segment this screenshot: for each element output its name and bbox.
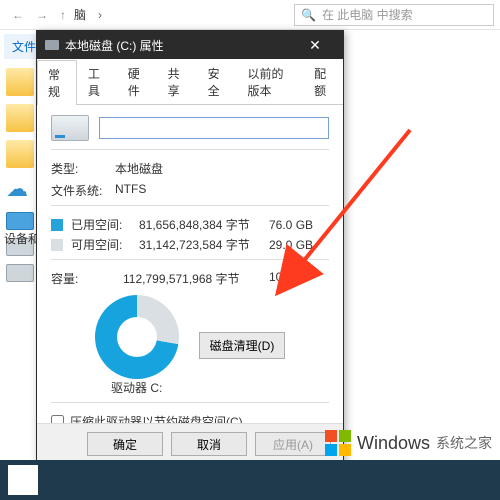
- tab-quota[interactable]: 配额: [303, 59, 343, 104]
- tab-hardware[interactable]: 硬件: [117, 59, 157, 104]
- tab-general[interactable]: 常规: [37, 60, 77, 105]
- taskbar-app-icon[interactable]: [8, 465, 38, 495]
- taskbar[interactable]: [0, 460, 500, 500]
- windows-logo-icon: [325, 430, 351, 456]
- explorer-toolbar: ← → ↑ 脑 › 🔍 在 此电脑 中搜索: [0, 0, 500, 30]
- compress-label: 压缩此驱动器以节约磁盘空间(C): [70, 413, 243, 423]
- folder-icon[interactable]: [6, 140, 34, 168]
- capacity-bytes: 112,799,571,968 字节: [123, 270, 269, 287]
- ok-button[interactable]: 确定: [87, 432, 163, 456]
- used-gb: 76.0 GB: [269, 218, 329, 232]
- drive-caption: 驱动器 C:: [95, 379, 179, 396]
- apply-button[interactable]: 应用(A): [255, 432, 331, 456]
- tab-sharing[interactable]: 共享: [157, 59, 197, 104]
- drive-image-icon: [51, 115, 89, 141]
- tab-tools[interactable]: 工具: [77, 59, 117, 104]
- free-swatch-icon: [51, 239, 63, 251]
- usage-donut-chart: [95, 295, 179, 379]
- search-icon: 🔍: [301, 8, 316, 22]
- dialog-titlebar[interactable]: 本地磁盘 (C:) 属性 ✕: [37, 31, 343, 59]
- dialog-title: 本地磁盘 (C:) 属性: [65, 37, 164, 54]
- compress-checkbox[interactable]: [51, 415, 64, 423]
- volume-label-input[interactable]: [99, 117, 329, 139]
- watermark-brand: Windows: [357, 433, 430, 454]
- used-bytes: 81,656,848,384 字节: [139, 216, 261, 233]
- dialog-body: 类型:本地磁盘 文件系统:NTFS 已用空间: 81,656,848,384 字…: [37, 105, 343, 423]
- fs-label: 文件系统:: [51, 182, 115, 199]
- back-icon[interactable]: ←: [12, 8, 24, 22]
- chevron-right-icon: ›: [94, 8, 106, 22]
- dialog-footer: 确定 取消 应用(A): [37, 423, 343, 464]
- devices-section-label: 设备和: [4, 230, 40, 247]
- free-bytes: 31,142,723,584 字节: [139, 236, 261, 253]
- nav-arrows: ← → ↑: [6, 8, 66, 22]
- onedrive-icon[interactable]: ☁: [6, 176, 34, 204]
- drive-icon[interactable]: [6, 264, 34, 282]
- free-label: 可用空间:: [71, 236, 131, 253]
- cancel-button[interactable]: 取消: [171, 432, 247, 456]
- taskbar-app-icon[interactable]: [48, 465, 78, 495]
- watermark: Windows 系统之家: [325, 430, 492, 456]
- tab-previous[interactable]: 以前的版本: [236, 59, 303, 104]
- free-gb: 29.0 GB: [269, 238, 329, 252]
- up-icon[interactable]: ↑: [60, 8, 66, 22]
- tab-strip: 常规 工具 硬件 共享 安全 以前的版本 配额: [37, 59, 343, 105]
- search-input[interactable]: 🔍 在 此电脑 中搜索: [294, 4, 494, 26]
- used-label: 已用空间:: [71, 216, 131, 233]
- breadcrumb-this-pc[interactable]: 脑: [74, 6, 86, 23]
- type-value: 本地磁盘: [115, 160, 163, 177]
- tab-security[interactable]: 安全: [197, 59, 237, 104]
- search-placeholder: 在 此电脑 中搜索: [322, 6, 413, 23]
- folder-icon[interactable]: [6, 68, 34, 96]
- properties-dialog: 本地磁盘 (C:) 属性 ✕ 常规 工具 硬件 共享 安全 以前的版本 配额 类…: [36, 30, 344, 465]
- type-label: 类型:: [51, 160, 115, 177]
- close-icon[interactable]: ✕: [295, 37, 335, 54]
- folder-icon[interactable]: [6, 104, 34, 132]
- explorer-sidebar: 设备和 ☁: [0, 60, 40, 460]
- drive-c-icon[interactable]: [6, 212, 34, 230]
- drive-icon: [45, 40, 59, 50]
- fs-value: NTFS: [115, 182, 146, 199]
- disk-cleanup-button[interactable]: 磁盘清理(D): [199, 332, 286, 359]
- compress-checkbox-row[interactable]: 压缩此驱动器以节约磁盘空间(C): [51, 413, 329, 423]
- capacity-gb: 105 GB: [269, 270, 329, 287]
- capacity-label: 容量:: [51, 270, 123, 287]
- watermark-sub: 系统之家: [436, 433, 492, 453]
- used-swatch-icon: [51, 219, 63, 231]
- forward-icon[interactable]: →: [36, 8, 48, 22]
